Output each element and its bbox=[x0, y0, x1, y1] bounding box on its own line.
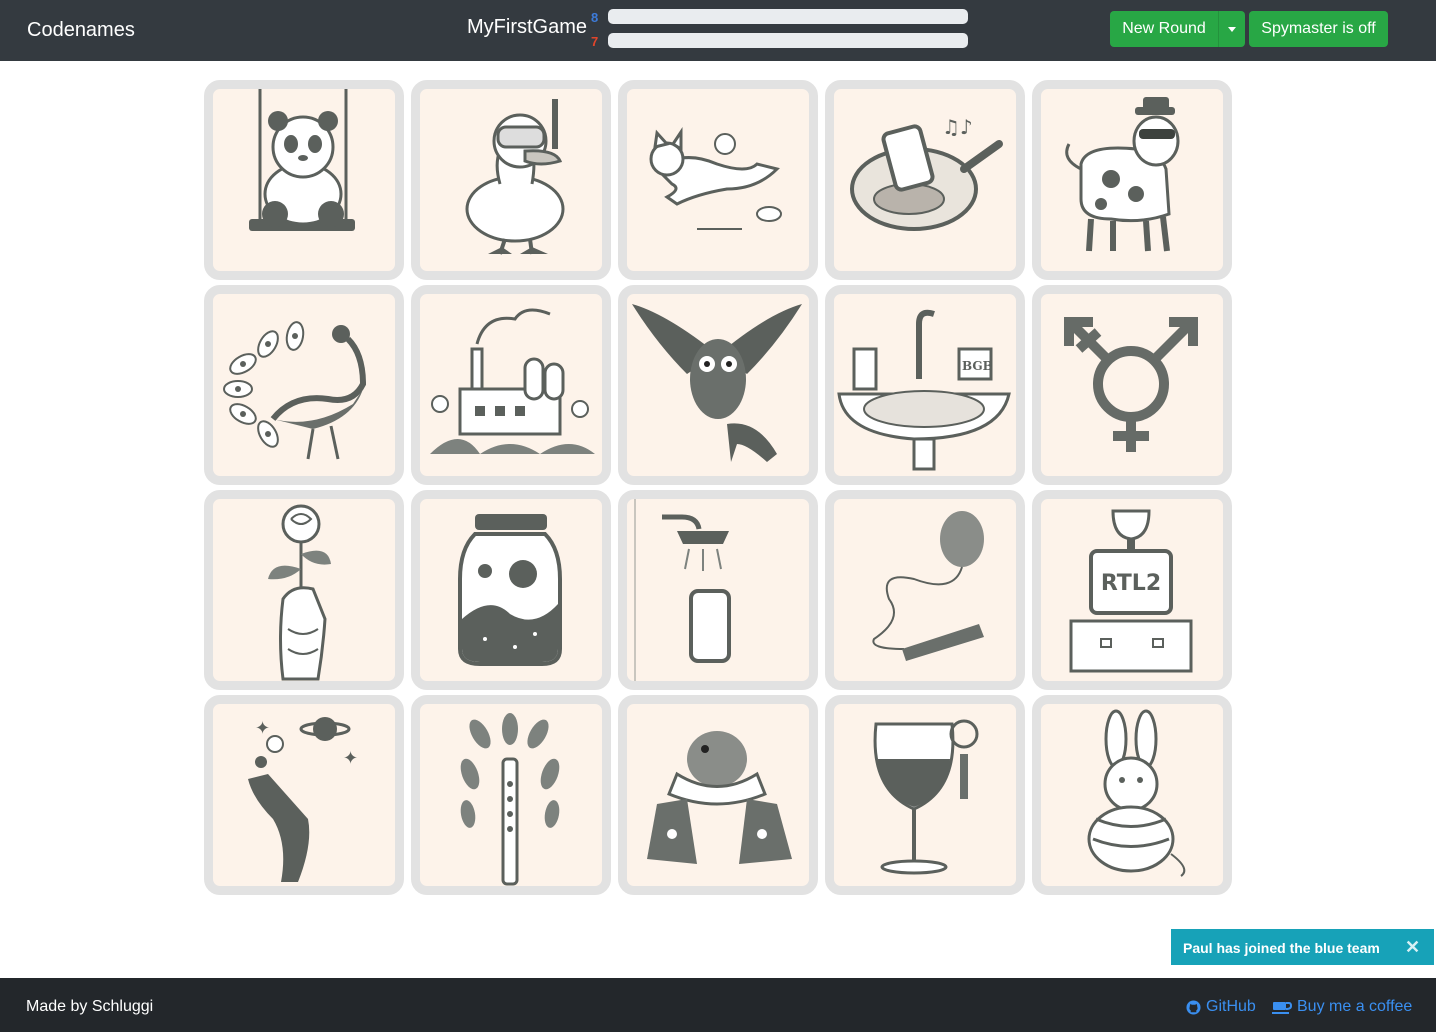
card[interactable] bbox=[204, 490, 404, 690]
card[interactable] bbox=[1032, 695, 1232, 895]
phone-under-shower-icon bbox=[634, 499, 731, 681]
card[interactable] bbox=[204, 285, 404, 485]
new-round-dropdown-toggle[interactable] bbox=[1218, 11, 1245, 47]
card[interactable]: RTL2 bbox=[1032, 490, 1232, 690]
duck-with-snorkel-icon bbox=[465, 99, 565, 255]
bird-in-scarf-icon bbox=[647, 731, 792, 864]
blue-team-progress-bar bbox=[608, 9, 968, 24]
footer-credit: Made by Schluggi bbox=[26, 998, 154, 1015]
chevron-down-icon bbox=[1228, 26, 1236, 32]
coffee-cup-icon bbox=[1272, 1001, 1292, 1014]
red-team-score: 7 bbox=[591, 34, 599, 49]
card[interactable] bbox=[411, 80, 611, 280]
card[interactable] bbox=[1032, 80, 1232, 280]
buy-coffee-link-label[interactable]: Buy me a coffee bbox=[1297, 998, 1412, 1016]
game-name: MyFirstGame bbox=[467, 16, 587, 38]
hand-with-planets-icon: ✦ ✦ bbox=[248, 717, 358, 882]
panda-on-swing-icon bbox=[249, 89, 355, 231]
card[interactable]: BGB bbox=[825, 285, 1025, 485]
notification-toast: Paul has joined the blue team ✕ bbox=[1171, 929, 1434, 965]
svg-text:RTL2: RTL2 bbox=[1101, 571, 1161, 596]
bathroom-sink-icon: BGB bbox=[837, 309, 1011, 471]
card[interactable]: ✦ ✦ bbox=[204, 695, 404, 895]
balloon-with-clothespin-icon bbox=[872, 511, 984, 661]
github-link[interactable]: GitHub bbox=[1186, 998, 1256, 1016]
card[interactable] bbox=[825, 695, 1025, 895]
svg-text:✦: ✦ bbox=[255, 718, 270, 739]
toast-message: Paul has joined the blue team bbox=[1183, 940, 1380, 956]
footer: Made by Schluggi GitHub Buy me a coffee bbox=[0, 978, 1436, 1032]
close-icon[interactable]: ✕ bbox=[1405, 937, 1420, 958]
svg-text:BGB: BGB bbox=[962, 359, 993, 373]
spymaster-toggle-button[interactable]: Spymaster is off bbox=[1249, 11, 1388, 47]
red-team-progress-bar bbox=[608, 33, 968, 48]
svg-text:✦: ✦ bbox=[343, 748, 358, 769]
card[interactable] bbox=[618, 80, 818, 280]
card[interactable] bbox=[411, 490, 611, 690]
blue-team-score: 8 bbox=[591, 10, 599, 25]
transgender-symbol-icon bbox=[1064, 317, 1198, 452]
card[interactable]: ♫♪ bbox=[825, 80, 1025, 280]
card[interactable] bbox=[618, 695, 818, 895]
github-icon bbox=[1186, 999, 1201, 1015]
wine-glass-with-key-icon bbox=[873, 719, 979, 875]
card[interactable] bbox=[411, 695, 611, 895]
factory-with-flowers-icon bbox=[430, 308, 595, 454]
new-round-button[interactable]: New Round bbox=[1110, 11, 1218, 47]
owl-with-high-heel-icon bbox=[632, 304, 802, 462]
card[interactable] bbox=[825, 490, 1025, 690]
card[interactable] bbox=[1032, 285, 1232, 485]
buy-coffee-link[interactable]: Buy me a coffee bbox=[1272, 998, 1412, 1016]
navbar: Codenames MyFirstGame 8 7 New Round Spym… bbox=[0, 0, 1436, 61]
rtl2-trophy-tv-icon: RTL2 bbox=[1069, 509, 1193, 673]
recorder-flute-with-leaves-icon bbox=[460, 713, 560, 886]
peacock-icon bbox=[223, 321, 367, 460]
card[interactable] bbox=[618, 285, 818, 485]
card[interactable] bbox=[204, 80, 404, 280]
cow-with-hat-and-sunglasses-icon bbox=[1065, 97, 1180, 252]
galaxy-in-jar-icon bbox=[458, 514, 562, 666]
card[interactable] bbox=[411, 285, 611, 485]
cat-chasing-mice-icon bbox=[649, 127, 782, 230]
github-link-label[interactable]: GitHub bbox=[1206, 998, 1256, 1016]
rose-in-hand-icon bbox=[268, 504, 331, 681]
bunny-tied-with-rope-icon bbox=[1087, 709, 1186, 877]
svg-text:♫♪: ♫♪ bbox=[942, 115, 973, 139]
brand-title[interactable]: Codenames bbox=[27, 19, 135, 42]
card[interactable] bbox=[618, 490, 818, 690]
phone-in-frying-pan-icon: ♫♪ bbox=[850, 115, 1003, 231]
